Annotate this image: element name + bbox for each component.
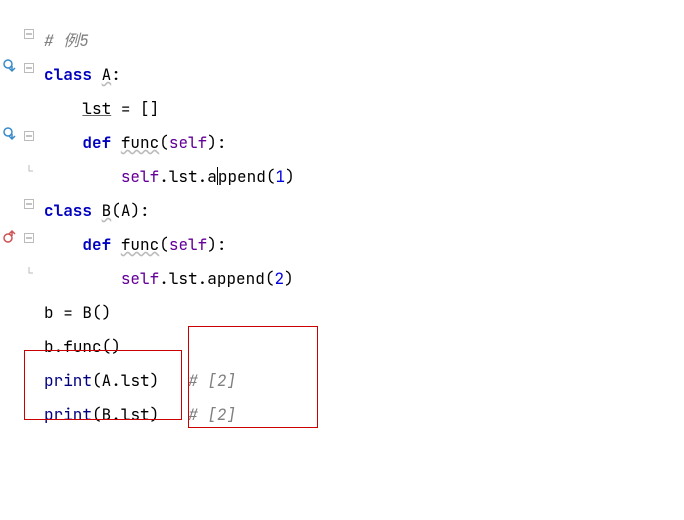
code-line[interactable]: def func(self): [40, 126, 684, 160]
editor-gutter [0, 0, 40, 520]
number-literal: 1 [275, 166, 285, 187]
comment-text: # [2] [188, 370, 236, 391]
paren-open: ( [92, 404, 102, 425]
attribute-name: lst [82, 98, 111, 119]
fold-toggle-icon[interactable] [23, 232, 35, 244]
paren-close: ): [207, 234, 226, 255]
paren-open: ( [159, 234, 169, 255]
dot: . [198, 166, 208, 187]
self-param: self [169, 234, 207, 255]
class-name: B [102, 200, 112, 221]
fold-toggle-icon[interactable] [23, 198, 35, 210]
paren-close: ) [150, 370, 160, 391]
keyword-def: def [82, 234, 111, 255]
override-down-icon[interactable] [2, 58, 18, 74]
code-line[interactable]: print(B.lst) # [2] [40, 398, 684, 432]
builtin-print: print [44, 370, 92, 391]
attr: lst [169, 166, 198, 187]
code-line[interactable]: b = B() [40, 296, 684, 330]
base-class: A [121, 200, 131, 221]
number-literal: 2 [274, 268, 284, 289]
code-line[interactable]: b.func() [40, 330, 684, 364]
fold-toggle-icon[interactable] [23, 130, 35, 142]
arg-attr: lst [121, 404, 150, 425]
keyword-def: def [82, 132, 111, 153]
paren-open: ( [92, 370, 102, 391]
paren-close: ) [150, 404, 160, 425]
paren-open: ( [111, 200, 121, 221]
dot: . [159, 166, 169, 187]
dot: . [111, 404, 121, 425]
code-editor[interactable]: # 例5 class A: lst = [] def func(self): s… [40, 0, 684, 520]
fold-toggle-icon[interactable] [23, 28, 35, 40]
class-call: B [82, 302, 92, 323]
builtin-print: print [44, 404, 92, 425]
call-parens: () [102, 336, 121, 357]
arg-class: B [102, 404, 112, 425]
equals: = [111, 98, 140, 119]
dot: . [54, 336, 64, 357]
keyword-class: class [44, 64, 92, 85]
code-line[interactable]: self.lst.append(2) [40, 262, 684, 296]
override-down-icon[interactable] [2, 126, 18, 142]
class-name: A [102, 64, 112, 85]
fold-end-icon[interactable] [23, 164, 35, 176]
self-param: self [169, 132, 207, 153]
arg-class: A [102, 370, 112, 391]
self-ref: self [121, 268, 159, 289]
paren-close: ): [130, 200, 149, 221]
dot: . [111, 370, 121, 391]
fold-end-icon[interactable] [23, 266, 35, 278]
fold-toggle-icon[interactable] [23, 62, 35, 74]
code-line[interactable]: lst = [] [40, 92, 684, 126]
keyword-class: class [44, 200, 92, 221]
colon: : [111, 64, 121, 85]
comment-text: # 例5 [44, 30, 89, 51]
equals: = [54, 302, 83, 323]
dot: . [159, 268, 169, 289]
paren-close: ) [284, 268, 294, 289]
paren-close: ) [285, 166, 295, 187]
paren-close: ): [207, 132, 226, 153]
function-name: func [121, 132, 159, 153]
attr: lst [169, 268, 198, 289]
code-line[interactable]: class A: [40, 58, 684, 92]
arg-attr: lst [121, 370, 150, 391]
paren-open: ( [159, 132, 169, 153]
code-line[interactable] [40, 0, 684, 24]
brackets: [] [140, 98, 159, 119]
call-parens: () [92, 302, 111, 323]
function-name: func [121, 234, 159, 255]
code-line[interactable]: class B(A): [40, 194, 684, 228]
comment-text: # [2] [188, 404, 236, 425]
code-line[interactable]: # 例5 [40, 24, 684, 58]
code-line[interactable]: print(A.lst) # [2] [40, 364, 684, 398]
variable: b [44, 336, 54, 357]
method: append [207, 166, 266, 187]
dot: . [198, 268, 208, 289]
self-ref: self [121, 166, 159, 187]
override-up-icon[interactable] [2, 228, 18, 244]
method: append [207, 268, 265, 289]
variable: b [44, 302, 54, 323]
method-call: func [63, 336, 101, 357]
text-cursor [217, 167, 218, 185]
code-line[interactable]: def func(self): [40, 228, 684, 262]
code-line[interactable]: self.lst.append(1) [40, 160, 684, 194]
